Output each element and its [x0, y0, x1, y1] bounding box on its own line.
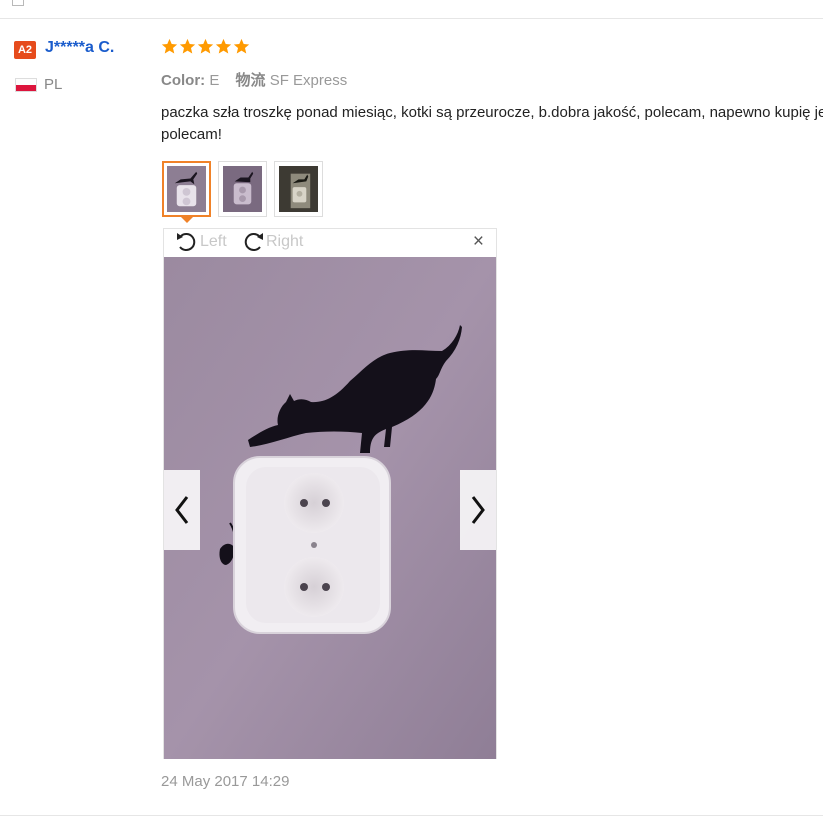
thumbnail-image: [279, 166, 318, 212]
photo-viewer: Left Right ×: [163, 228, 497, 759]
top-divider: [0, 18, 823, 19]
viewer-toolbar: Left Right ×: [164, 229, 496, 256]
rotate-left-button[interactable]: Left: [174, 230, 227, 254]
review-timestamp: 24 May 2017 14:29: [161, 773, 290, 790]
bottom-divider: [0, 815, 823, 816]
rotate-left-label: Left: [200, 233, 227, 250]
star-icon: [161, 38, 178, 54]
star-icon: [215, 38, 232, 54]
reviewer-country: PL: [44, 76, 63, 93]
shipping-value: SF Express: [269, 72, 348, 89]
buyer-level-badge: A2: [14, 41, 36, 59]
country-flag-icon: [15, 78, 37, 92]
chevron-left-icon: [175, 496, 189, 524]
rotate-right-label: Right: [266, 233, 304, 250]
star-icon: [233, 38, 250, 54]
review-photo-thumbnail-3[interactable]: [274, 161, 323, 217]
star-rating: [161, 38, 250, 55]
sku-info: Color: E 物流 SF Express: [161, 69, 347, 90]
shipping-label: 物流: [235, 72, 266, 89]
rotate-left-icon: [177, 233, 196, 252]
rotate-right-icon: [244, 233, 263, 252]
color-label: Color:: [161, 72, 206, 89]
chevron-right-icon: [471, 496, 485, 524]
color-value: E: [209, 72, 220, 89]
next-photo-button[interactable]: [460, 470, 496, 550]
review-text-line: polecam!: [161, 126, 222, 143]
review-photo-thumbnail-2[interactable]: [218, 161, 267, 217]
review-photo-thumbnail-1[interactable]: [162, 161, 211, 217]
active-thumbnail-caret: [180, 216, 194, 223]
review-text-line: paczka szła troszkę ponad miesiąc, kotki…: [161, 104, 823, 121]
previous-photo-button[interactable]: [164, 470, 200, 550]
thumbnail-image: [167, 166, 206, 212]
star-icon: [179, 38, 196, 54]
review-text: paczka szła troszkę ponad miesiąc, kotki…: [161, 102, 823, 146]
thumbnail-image: [223, 166, 262, 212]
reviewer-name[interactable]: J*****a C.: [45, 39, 114, 57]
rotate-right-button[interactable]: Right: [240, 230, 303, 254]
select-checkbox[interactable]: [12, 0, 24, 6]
close-viewer-icon[interactable]: ×: [473, 232, 484, 252]
star-icon: [197, 38, 214, 54]
review-photo: [164, 257, 496, 759]
